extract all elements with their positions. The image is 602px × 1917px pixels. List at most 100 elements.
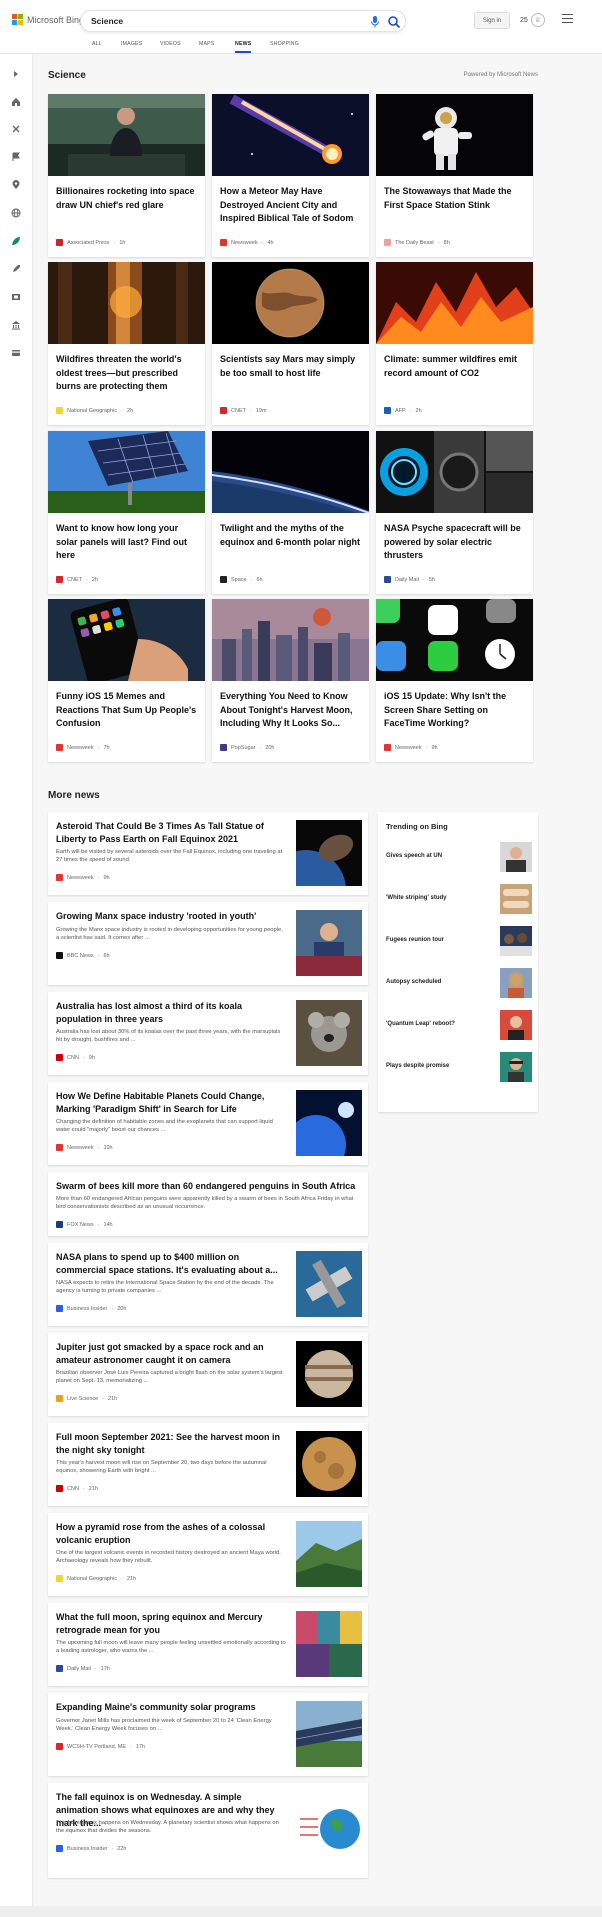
film-icon[interactable] — [10, 291, 22, 303]
card-title[interactable]: Everything You Need to Know About Tonigh… — [220, 690, 361, 731]
source-name: PopSugar — [231, 744, 256, 751]
home-icon[interactable] — [10, 96, 22, 108]
tab-videos[interactable]: VIDEOS — [160, 41, 181, 47]
news-title[interactable]: Jupiter just got smacked by a space rock… — [56, 1341, 286, 1367]
source-name: National Geographic — [67, 407, 118, 414]
bank-icon[interactable] — [10, 319, 22, 331]
trending-item[interactable]: Fugees reunion tour — [386, 926, 532, 958]
news-list-item[interactable]: What the full moon, spring equinox and M… — [48, 1603, 368, 1686]
card-source: PopSugar · 20h — [220, 744, 275, 751]
news-list-item[interactable]: Australia has lost almost a third of its… — [48, 992, 368, 1075]
trending-item[interactable]: 'White striping' study — [386, 884, 532, 916]
card-title[interactable]: Billionaires rocketing into space draw U… — [56, 185, 197, 212]
card-title[interactable]: Funny iOS 15 Memes and Reactions That Su… — [56, 690, 197, 731]
news-card[interactable]: Scientists say Mars may simply be too sm… — [212, 262, 369, 425]
card-title[interactable]: iOS 15 Update: Why Isn't the Screen Shar… — [384, 690, 525, 731]
news-list-item[interactable]: Asteroid That Could Be 3 Times As Tall S… — [48, 812, 368, 895]
news-card[interactable]: iOS 15 Update: Why Isn't the Screen Shar… — [376, 599, 533, 762]
location-pin-icon[interactable] — [10, 179, 22, 191]
source-name: CNET — [67, 576, 82, 583]
news-card[interactable]: Wildfires threaten the world's oldest tr… — [48, 262, 205, 425]
card-title[interactable]: Twilight and the myths of the equinox an… — [220, 522, 361, 549]
news-title[interactable]: Full moon September 2021: See the harves… — [56, 1431, 286, 1457]
rocket-icon[interactable] — [10, 263, 22, 275]
sign-in-button[interactable]: Sign in — [474, 12, 510, 29]
card-icon[interactable] — [10, 347, 22, 359]
trending-label[interactable]: Autopsy scheduled — [386, 979, 441, 985]
news-title[interactable]: What the full moon, spring equinox and M… — [56, 1611, 286, 1637]
card-title[interactable]: Want to know how long your solar panels … — [56, 522, 197, 563]
search-icon[interactable] — [387, 15, 401, 29]
tab-news[interactable]: NEWS — [235, 41, 252, 53]
news-title[interactable]: NASA plans to spend up to $400 million o… — [56, 1251, 286, 1277]
leaf-icon[interactable] — [10, 235, 22, 247]
source-name: Newsweek — [231, 239, 258, 246]
search-input[interactable]: Science — [91, 16, 123, 26]
expand-arrow-icon[interactable] — [10, 68, 22, 80]
trending-label[interactable]: Plays despite promise — [386, 1063, 449, 1069]
tab-maps[interactable]: MAPS — [199, 41, 215, 47]
card-title[interactable]: Scientists say Mars may simply be too sm… — [220, 353, 361, 380]
publish-time: 8h — [443, 239, 450, 246]
news-card[interactable]: The Stowaways that Made the First Space … — [376, 94, 533, 257]
source-name: Newsweek — [67, 1144, 94, 1151]
news-card[interactable]: Want to know how long your solar panels … — [48, 431, 205, 594]
card-image — [212, 94, 369, 176]
news-card[interactable]: Funny iOS 15 Memes and Reactions That Su… — [48, 599, 205, 762]
tab-shopping[interactable]: SHOPPING — [270, 41, 299, 47]
search-box[interactable]: Science — [80, 10, 406, 32]
news-list-item[interactable]: Full moon September 2021: See the harves… — [48, 1423, 368, 1506]
tab-images[interactable]: IMAGES — [121, 41, 142, 47]
news-list-item[interactable]: Expanding Maine's community solar progra… — [48, 1693, 368, 1776]
source-name: The Daily Beast — [395, 239, 434, 246]
publish-time: 2h — [415, 407, 422, 414]
trending-label[interactable]: Fugees reunion tour — [386, 937, 444, 943]
news-title[interactable]: Swarm of bees kill more than 60 endanger… — [56, 1180, 356, 1193]
news-thumbnail — [296, 1701, 362, 1767]
news-snippet: Australia has lost about 30% of its koal… — [56, 1029, 281, 1043]
rewards-button[interactable]: 25 ♕ — [520, 13, 545, 27]
card-title[interactable]: Wildfires threaten the world's oldest tr… — [56, 353, 197, 394]
trending-item[interactable]: Gives speech at UN — [386, 842, 532, 874]
news-card[interactable]: Everything You Need to Know About Tonigh… — [212, 599, 369, 762]
news-card[interactable]: Climate: summer wildfires emit record am… — [376, 262, 533, 425]
news-title[interactable]: Growing Manx space industry 'rooted in y… — [56, 910, 286, 923]
card-title[interactable]: How a Meteor May Have Destroyed Ancient … — [220, 185, 361, 226]
card-title[interactable]: NASA Psyche spacecraft will be powered b… — [384, 522, 525, 563]
science-icon[interactable] — [10, 123, 22, 135]
news-title[interactable]: Australia has lost almost a third of its… — [56, 1000, 286, 1026]
tab-all[interactable]: ALL — [92, 41, 102, 47]
trending-item[interactable]: Autopsy scheduled — [386, 968, 532, 1000]
trending-label[interactable]: Gives speech at UN — [386, 853, 442, 859]
card-title[interactable]: Climate: summer wildfires emit record am… — [384, 353, 525, 380]
trending-label[interactable]: 'White striping' study — [386, 895, 447, 901]
news-title[interactable]: How a pyramid rose from the ashes of a c… — [56, 1521, 286, 1547]
news-card[interactable]: Twilight and the myths of the equinox an… — [212, 431, 369, 594]
news-list-item[interactable]: The fall equinox is on Wednesday. A simp… — [48, 1783, 368, 1878]
trending-label[interactable]: 'Quantum Leap' reboot? — [386, 1021, 455, 1027]
news-list-item[interactable]: NASA plans to spend up to $400 million o… — [48, 1243, 368, 1326]
trending-item[interactable]: Plays despite promise — [386, 1052, 532, 1084]
news-snippet: More than 60 endangered African penguins… — [56, 1196, 354, 1210]
news-snippet: This year's harvest moon will rise on Se… — [56, 1460, 267, 1474]
publish-time: 17h — [100, 1665, 110, 1672]
news-title[interactable]: Asteroid That Could Be 3 Times As Tall S… — [56, 820, 286, 846]
trending-item[interactable]: 'Quantum Leap' reboot? — [386, 1010, 532, 1042]
news-list-item[interactable]: Jupiter just got smacked by a space rock… — [48, 1333, 368, 1416]
news-card[interactable]: Billionaires rocketing into space draw U… — [48, 94, 205, 257]
news-list-item[interactable]: Growing Manx space industry 'rooted in y… — [48, 902, 368, 985]
news-title[interactable]: How We Define Habitable Planets Could Ch… — [56, 1090, 286, 1116]
news-title[interactable]: Expanding Maine's community solar progra… — [56, 1701, 286, 1714]
bing-logo[interactable]: Microsoft Bing — [12, 14, 84, 25]
news-list-item[interactable]: Swarm of bees kill more than 60 endanger… — [48, 1172, 368, 1236]
card-title[interactable]: The Stowaways that Made the First Space … — [384, 185, 525, 212]
news-list-item[interactable]: How We Define Habitable Planets Could Ch… — [48, 1082, 368, 1165]
news-card[interactable]: How a Meteor May Have Destroyed Ancient … — [212, 94, 369, 257]
hamburger-menu-icon[interactable] — [562, 14, 573, 23]
publish-time: 7h — [103, 744, 110, 751]
news-list-item[interactable]: How a pyramid rose from the ashes of a c… — [48, 1513, 368, 1596]
microphone-icon[interactable] — [369, 15, 381, 29]
flag-icon[interactable] — [10, 151, 22, 163]
globe-icon[interactable] — [10, 207, 22, 219]
news-card[interactable]: NASA Psyche spacecraft will be powered b… — [376, 431, 533, 594]
